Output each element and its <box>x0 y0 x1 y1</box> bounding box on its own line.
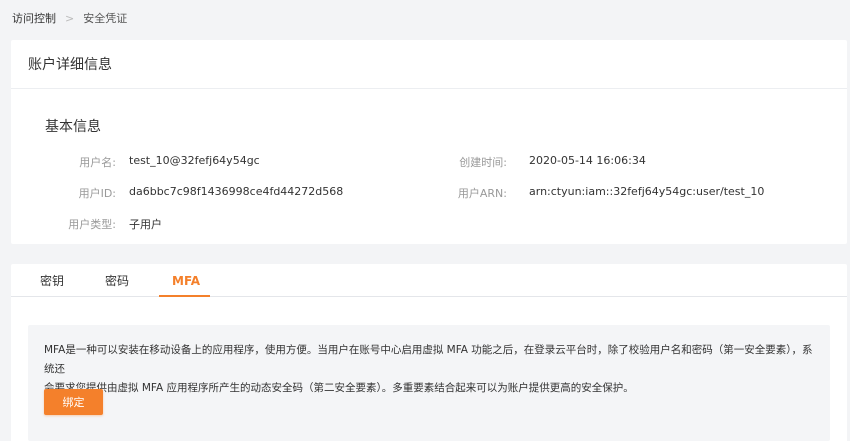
tab-password[interactable]: 密码 <box>105 264 129 297</box>
chevron-right-icon: > <box>65 11 75 25</box>
credentials-card: 密钥 密码 MFA MFA是一种可以安装在移动设备上的应用程序，使用方便。当用户… <box>11 264 847 441</box>
basic-info-title: 基本信息 <box>45 119 101 135</box>
tab-access-key[interactable]: 密钥 <box>40 264 64 297</box>
user-type-label: 用户类型: <box>68 218 116 231</box>
user-type-value: 子用户 <box>129 218 162 231</box>
account-details-card: 账户详细信息 基本信息 用户名: test_10@32fefj64y54gc 创… <box>11 40 847 244</box>
mfa-info-box: MFA是一种可以安装在移动设备上的应用程序，使用方便。当用户在账号中心启用虚拟 … <box>28 325 830 441</box>
active-tab-indicator <box>159 295 210 297</box>
user-arn-label: 用户ARN: <box>457 187 507 200</box>
created-time-label: 创建时间: <box>459 156 507 169</box>
mfa-description-line2: 会要求您提供由虚拟 MFA 应用程序所产生的动态安全码（第二安全要素）。多重要素… <box>44 382 634 394</box>
account-details-title: 账户详细信息 <box>11 40 847 89</box>
credentials-tabs: 密钥 密码 MFA <box>11 264 847 297</box>
user-arn-value: arn:ctyun:iam::32fefj64y54gc:user/test_1… <box>529 185 765 198</box>
mfa-description: MFA是一种可以安装在移动设备上的应用程序，使用方便。当用户在账号中心启用虚拟 … <box>44 341 820 398</box>
username-label: 用户名: <box>79 156 116 169</box>
breadcrumb-parent[interactable]: 访问控制 <box>12 10 56 26</box>
bind-mfa-button[interactable]: 绑定 <box>44 389 103 415</box>
mfa-description-line1: MFA是一种可以安装在移动设备上的应用程序，使用方便。当用户在账号中心启用虚拟 … <box>44 344 813 375</box>
created-time-value: 2020-05-14 16:06:34 <box>529 154 646 167</box>
username-value: test_10@32fefj64y54gc <box>129 154 260 167</box>
breadcrumb: 访问控制 > 安全凭证 <box>12 10 127 26</box>
tab-mfa[interactable]: MFA <box>172 264 200 297</box>
userid-label: 用户ID: <box>78 187 116 200</box>
userid-value: da6bbc7c98f1436998ce4fd44272d568 <box>129 185 344 198</box>
breadcrumb-current: 安全凭证 <box>83 12 128 25</box>
